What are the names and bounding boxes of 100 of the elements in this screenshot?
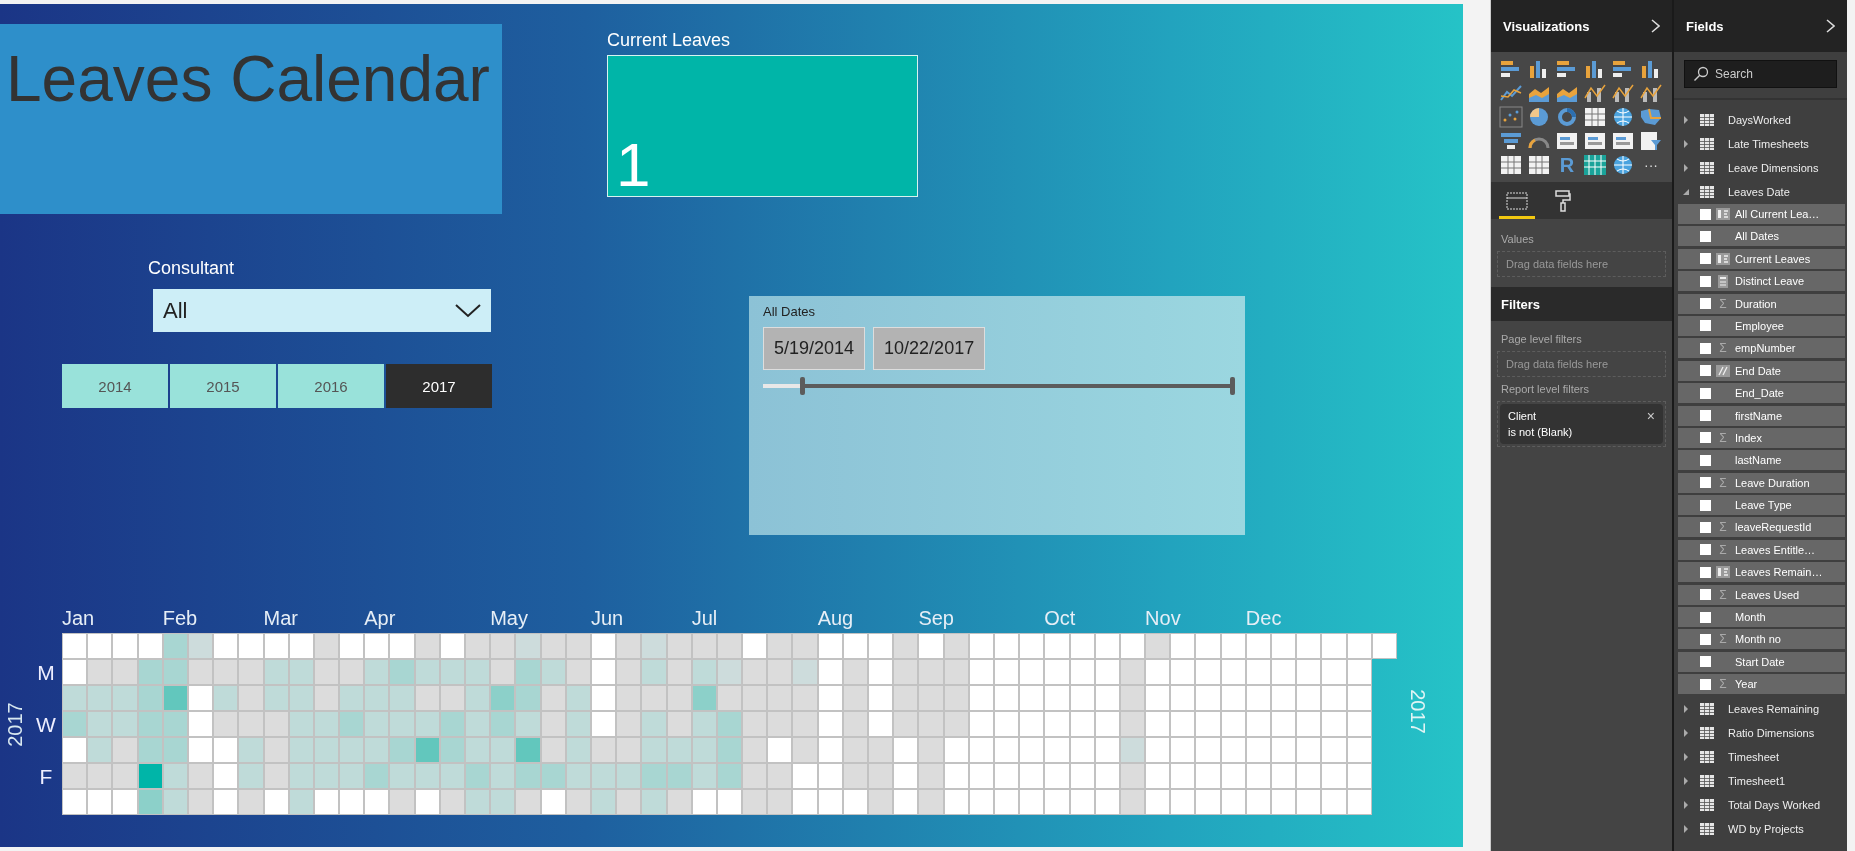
checkbox[interactable] bbox=[1700, 499, 1711, 511]
table-item[interactable]: Leaves Remaining bbox=[1678, 696, 1845, 721]
checkbox[interactable] bbox=[1700, 253, 1711, 265]
field-item[interactable]: All Current Lea… bbox=[1678, 204, 1845, 224]
globe-icon[interactable] bbox=[1611, 154, 1635, 176]
chevron-right-icon[interactable] bbox=[1826, 19, 1835, 33]
field-item[interactable]: Σ Leaves Used bbox=[1678, 584, 1845, 605]
checkbox[interactable] bbox=[1700, 521, 1711, 533]
filter-card[interactable]: Client × is not (Blank) bbox=[1500, 404, 1663, 444]
card-icon[interactable] bbox=[1555, 130, 1579, 152]
table-icon[interactable] bbox=[1527, 154, 1551, 176]
more-button[interactable]: ··· bbox=[1644, 154, 1658, 176]
field-item[interactable]: Start Date bbox=[1678, 651, 1845, 672]
field-item[interactable]: Leaves Remain… bbox=[1678, 562, 1845, 583]
fields-list-icon bbox=[1506, 191, 1528, 211]
start-date-field[interactable]: 5/19/2014 bbox=[763, 327, 866, 370]
checkbox[interactable] bbox=[1700, 320, 1711, 332]
field-item[interactable]: Σ leaveRequestId bbox=[1678, 517, 1845, 538]
checkbox[interactable] bbox=[1700, 298, 1711, 310]
table-item[interactable]: Leave Dimensions bbox=[1678, 156, 1845, 180]
field-item[interactable]: lastName bbox=[1678, 450, 1845, 471]
combo-chart-icon[interactable] bbox=[1639, 82, 1663, 104]
checkbox[interactable] bbox=[1700, 566, 1711, 578]
table-item[interactable]: Late Timesheets bbox=[1678, 132, 1845, 156]
checkbox[interactable] bbox=[1700, 477, 1711, 489]
year-button[interactable]: 2014 bbox=[62, 364, 168, 408]
drop-zone[interactable]: Drag data fields here bbox=[1497, 351, 1666, 377]
slider-handle[interactable] bbox=[1230, 377, 1235, 395]
caret-icon bbox=[1682, 728, 1690, 737]
pie-chart-icon[interactable] bbox=[1527, 106, 1551, 128]
checkbox[interactable] bbox=[1700, 544, 1711, 556]
year-button[interactable]: 2016 bbox=[278, 364, 384, 408]
checkbox[interactable] bbox=[1700, 410, 1711, 421]
field-item[interactable]: Current Leaves bbox=[1678, 248, 1845, 269]
card-icon[interactable] bbox=[1583, 130, 1607, 152]
field-item[interactable]: Σ empNumber bbox=[1678, 338, 1845, 359]
close-button[interactable]: × bbox=[1646, 410, 1655, 422]
slicer-title: Consultant bbox=[148, 258, 235, 279]
table-item[interactable]: Total Days Worked bbox=[1678, 792, 1845, 817]
sum-icon: Σ bbox=[1719, 475, 1727, 490]
combo-chart-icon[interactable] bbox=[1583, 82, 1607, 104]
table-icon[interactable] bbox=[1583, 106, 1607, 128]
field-item[interactable]: Employee bbox=[1678, 315, 1845, 336]
caret-icon bbox=[1682, 164, 1690, 172]
table-item[interactable]: Timesheet bbox=[1678, 744, 1845, 769]
checkbox[interactable] bbox=[1700, 678, 1711, 690]
table-item[interactable]: Timesheet1 bbox=[1678, 768, 1845, 793]
end-date-field[interactable]: 10/22/2017 bbox=[873, 327, 986, 370]
checkbox[interactable] bbox=[1700, 633, 1711, 645]
slider-handle[interactable] bbox=[799, 377, 805, 395]
slicer-icon[interactable] bbox=[1639, 130, 1663, 152]
caret-icon bbox=[1682, 800, 1690, 809]
field-item[interactable]: End_Date bbox=[1678, 383, 1845, 404]
field-item[interactable]: Σ Year bbox=[1678, 674, 1845, 695]
checkbox[interactable] bbox=[1700, 365, 1711, 377]
checkbox[interactable] bbox=[1700, 230, 1711, 242]
field-item[interactable]: Distinct Leave bbox=[1678, 271, 1845, 292]
checkbox[interactable] bbox=[1700, 432, 1711, 444]
checkbox[interactable] bbox=[1700, 454, 1711, 466]
map-icon[interactable] bbox=[1639, 106, 1663, 128]
field-item[interactable]: Σ Index bbox=[1678, 427, 1845, 448]
checkbox[interactable] bbox=[1700, 589, 1711, 601]
combo-chart-icon[interactable] bbox=[1611, 82, 1635, 104]
table-item[interactable]: WD by Projects bbox=[1678, 816, 1845, 841]
search-field[interactable]: Search bbox=[1684, 60, 1837, 88]
table-item[interactable]: DaysWorked bbox=[1678, 108, 1845, 132]
calendar-icon[interactable] bbox=[1583, 154, 1607, 176]
funnel-icon[interactable] bbox=[1499, 130, 1523, 152]
consultant-dropdown[interactable]: All bbox=[153, 289, 491, 332]
caret-icon bbox=[1682, 116, 1690, 124]
field-item[interactable]: Leave Type bbox=[1678, 495, 1845, 516]
checkbox[interactable] bbox=[1700, 611, 1711, 623]
chevron-right-icon[interactable] bbox=[1651, 19, 1660, 33]
weekday-label: M bbox=[37, 661, 55, 685]
field-item[interactable]: Σ Duration bbox=[1678, 293, 1845, 314]
table-item[interactable]: Ratio Dimensions bbox=[1678, 720, 1845, 745]
month-label: Jun bbox=[590, 607, 624, 629]
table-icon bbox=[1700, 702, 1714, 715]
checkbox[interactable] bbox=[1700, 208, 1711, 220]
field-item[interactable]: firstName bbox=[1678, 405, 1845, 426]
month-label: Apr bbox=[364, 607, 396, 629]
year-button[interactable]: 2017 bbox=[386, 364, 492, 408]
globe-icon[interactable] bbox=[1611, 106, 1635, 128]
field-item[interactable]: Month bbox=[1678, 607, 1845, 628]
card-icon[interactable] bbox=[1611, 130, 1635, 152]
checkbox[interactable] bbox=[1700, 656, 1711, 668]
field-item[interactable]: End Date bbox=[1678, 360, 1845, 381]
field-item[interactable]: All Dates bbox=[1678, 226, 1845, 247]
field-item[interactable]: Σ Leave Duration bbox=[1678, 472, 1845, 493]
field-item[interactable]: Σ Leaves Entitle… bbox=[1678, 539, 1845, 560]
filter-field: Client bbox=[1508, 410, 1537, 422]
r-visual-button[interactable]: R bbox=[1559, 154, 1575, 176]
checkbox[interactable] bbox=[1700, 387, 1711, 399]
checkbox[interactable] bbox=[1700, 342, 1711, 354]
table-item[interactable]: Leaves Date bbox=[1678, 180, 1845, 204]
checkbox[interactable] bbox=[1700, 275, 1711, 287]
year-button[interactable]: 2015 bbox=[170, 364, 276, 408]
drop-zone[interactable]: Drag data fields here bbox=[1497, 251, 1666, 277]
table-icon[interactable] bbox=[1499, 154, 1523, 176]
field-item[interactable]: Σ Month no bbox=[1678, 629, 1845, 650]
